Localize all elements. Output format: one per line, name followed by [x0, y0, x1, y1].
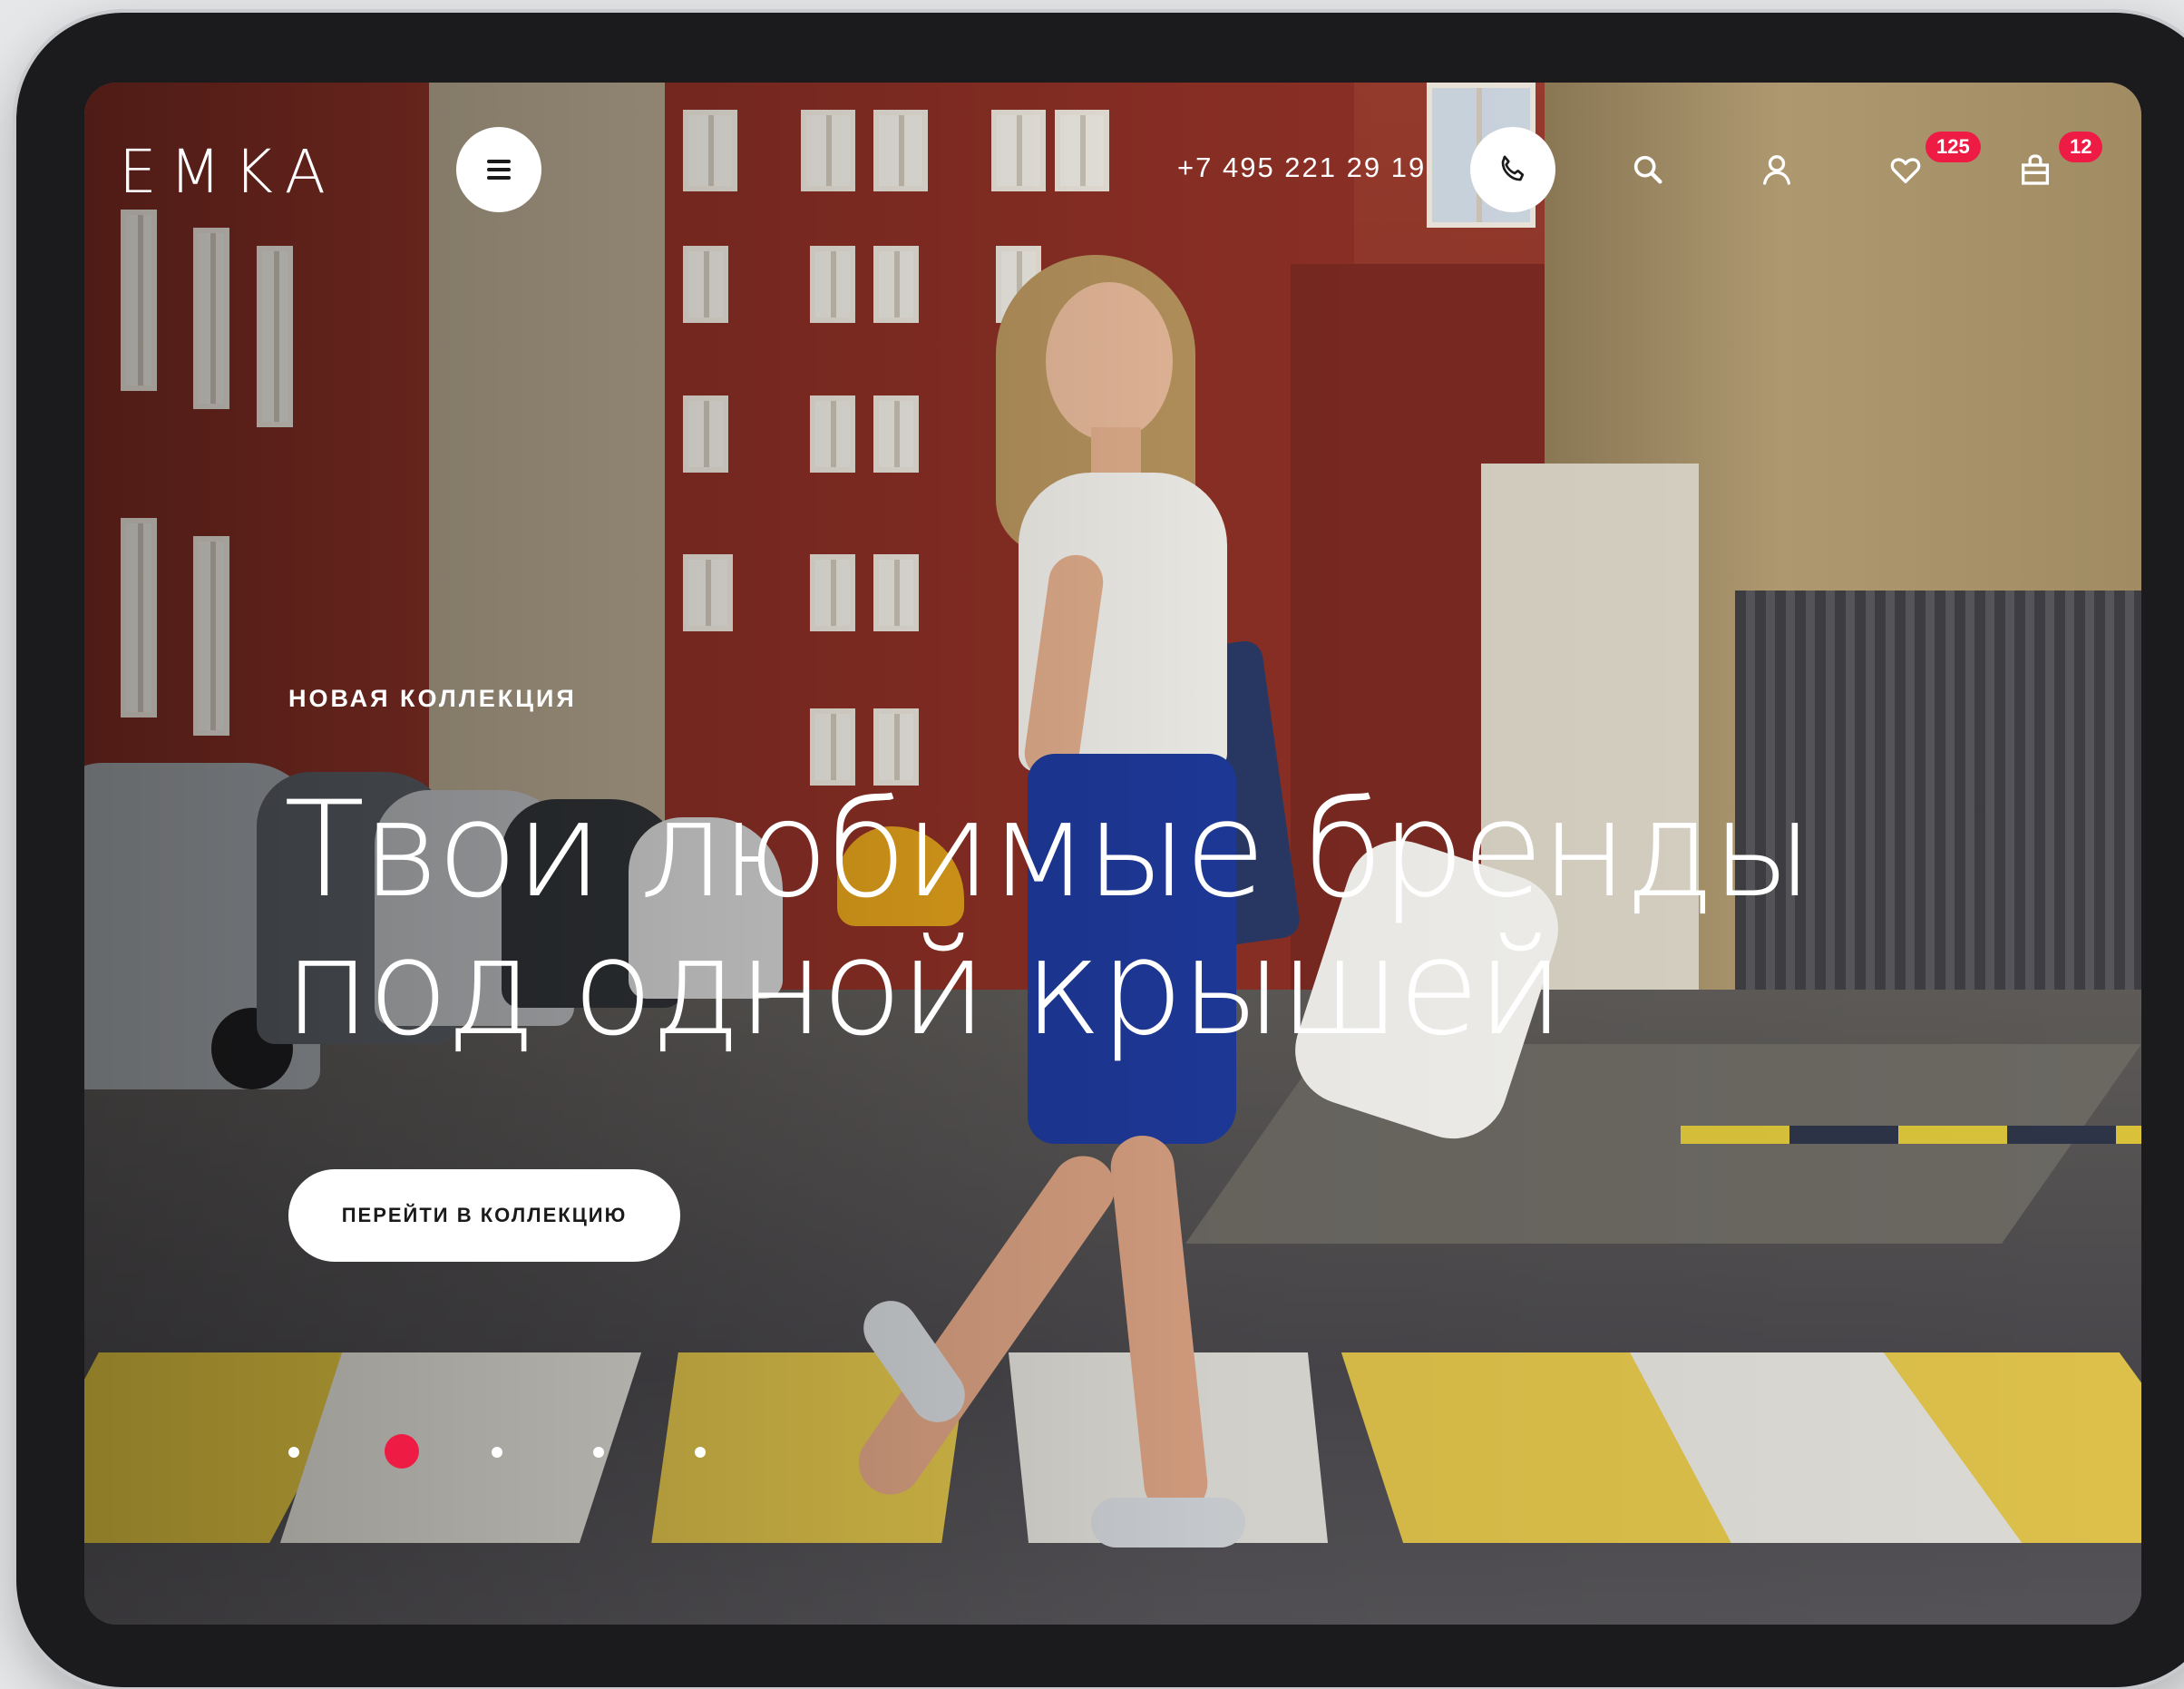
favorites-button[interactable] — [1884, 148, 1927, 191]
account-button[interactable] — [1755, 148, 1799, 191]
slider-dot[interactable] — [593, 1447, 604, 1458]
go-to-collection-button[interactable]: ПЕРЕЙТИ В КОЛЛЕКЦИЮ — [288, 1169, 680, 1262]
phone-number[interactable]: +7 495 221 29 19 — [1177, 151, 1426, 184]
shopping-bag-icon — [2022, 154, 2049, 185]
cart-button[interactable] — [2013, 148, 2057, 191]
hero-headline-line-2: под одной крышей — [284, 911, 1565, 1065]
camera-dot — [34, 735, 56, 757]
screen: EMKA +7 495 221 29 19 125 12 НОВАЯ КОЛЛЕ… — [84, 83, 2141, 1625]
menu-button[interactable] — [456, 127, 541, 212]
hero-headline: Твои любимые бренды под одной крышей — [284, 773, 1813, 1065]
hero-headline-line-1: Твои любимые бренды — [284, 773, 1813, 927]
search-button[interactable] — [1626, 148, 1670, 191]
side-button — [36, 948, 60, 971]
slider-dot-active[interactable] — [385, 1434, 419, 1469]
side-button — [36, 889, 60, 913]
search-icon — [1633, 155, 1662, 184]
slider-dot[interactable] — [695, 1447, 706, 1458]
menu-icon — [487, 160, 511, 180]
heart-icon — [1890, 158, 1921, 183]
phone-icon — [1501, 155, 1525, 181]
brand-logo[interactable]: EMKA — [119, 137, 338, 207]
slider-dot[interactable] — [288, 1447, 299, 1458]
slider-dot[interactable] — [492, 1447, 502, 1458]
call-button[interactable] — [1470, 127, 1555, 212]
hero-eyebrow: НОВАЯ КОЛЛЕКЦИЯ — [288, 685, 577, 712]
slider-pagination — [288, 1434, 742, 1470]
cart-count-badge: 12 — [2059, 132, 2103, 162]
user-icon — [1763, 155, 1790, 185]
favorites-count-badge: 125 — [1926, 132, 1981, 162]
